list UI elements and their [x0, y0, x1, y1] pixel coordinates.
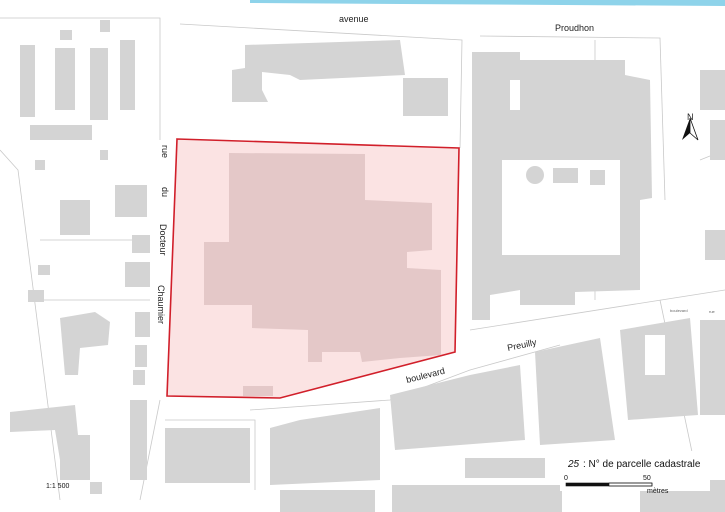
corner-band [250, 0, 725, 6]
buildings-east-block [472, 52, 725, 320]
scalebar-start: 0 [564, 475, 568, 482]
scalebar-unit: mètres [647, 488, 669, 495]
legend: 25 : N° de parcelle cadastrale 0 50 mètr… [560, 451, 710, 495]
street-label-rue: rue [160, 145, 170, 158]
street-label-docteur: Docteur [158, 224, 168, 256]
legend-description: : N° de parcelle cadastrale [583, 459, 701, 470]
street-label-boulevard: boulevard [405, 366, 446, 385]
buildings-north [232, 40, 448, 116]
svg-text:N: N [687, 112, 694, 122]
legend-sample-number: 25 [567, 459, 580, 470]
street-label-small-b: rue [709, 309, 716, 314]
street-label-small-a: boulevard [670, 308, 688, 313]
cadastral-map: avenue Proudhon rue du Docteur Chaumier … [0, 0, 725, 512]
street-label-du: du [160, 187, 170, 197]
north-arrow-icon: N [682, 112, 699, 141]
street-label-preuilly: Preuilly [506, 337, 537, 353]
scalebar-end: 50 [643, 475, 651, 482]
street-label-chaumier: Chaumier [156, 285, 166, 324]
street-label-avenue: avenue [339, 14, 369, 24]
scale-ratio: 1:1 500 [46, 483, 69, 490]
buildings-west [10, 20, 150, 494]
street-label-proudhon: Proudhon [555, 23, 594, 33]
